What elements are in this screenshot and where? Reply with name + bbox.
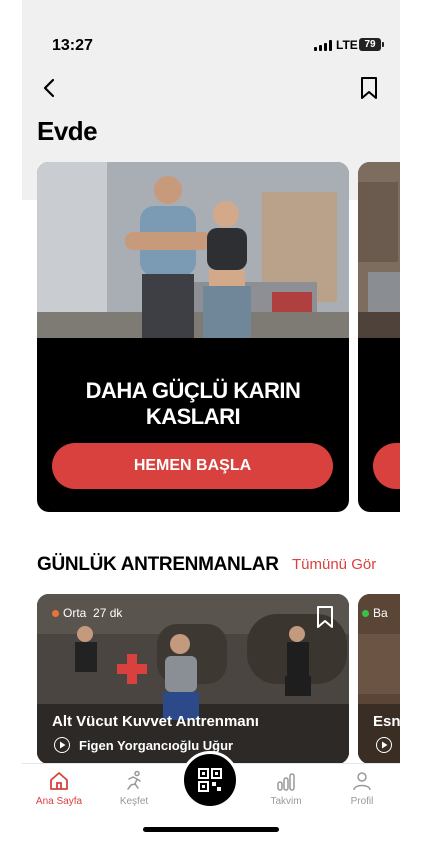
level-dot: [362, 610, 369, 618]
tab-calendar-label: Takvim: [270, 796, 302, 807]
workout-meta: Ba: [362, 606, 388, 620]
user-icon: [353, 772, 371, 791]
play-icon: [54, 737, 70, 753]
tab-calendar[interactable]: Takvim: [256, 770, 316, 807]
page-title: Evde: [37, 116, 98, 146]
workout-duration: 27 dk: [93, 606, 123, 620]
workout-card[interactable]: Ba Esn: [358, 594, 400, 764]
back-icon[interactable]: [38, 76, 62, 100]
play-icon: [376, 737, 392, 753]
tab-profile-label: Profil: [350, 796, 374, 807]
featured-program-image: [37, 162, 349, 338]
tab-home-label: Ana Sayfa: [35, 796, 83, 807]
daily-workouts-heading: GÜNLÜK ANTRENMANLAR: [37, 554, 279, 575]
qr-code-icon: [198, 768, 222, 792]
next-program-card[interactable]: [358, 162, 400, 512]
featured-program-title: DAHA GÜÇLÜ KARIN KASLARI: [85, 378, 301, 429]
trainers-photo: [37, 162, 349, 338]
workout-card[interactable]: Orta 27 dk Alt Vücut Kuvvet Antrenmanı F…: [37, 594, 349, 764]
workout-title: Esn: [373, 713, 400, 730]
network-label: LTE: [336, 38, 358, 52]
signal-icon: [314, 40, 332, 51]
tab-explore-label: Keşfet: [119, 796, 149, 807]
tab-explore[interactable]: Keşfet: [104, 770, 164, 807]
workout-level: Orta: [63, 606, 87, 620]
next-program-image: [358, 162, 400, 338]
bar-chart-icon: [277, 773, 295, 791]
tab-bar: Ana Sayfa Keşfet Takvim Profil: [22, 751, 400, 863]
featured-program-card[interactable]: DAHA GÜÇLÜ KARIN KASLARI HEMEN BAŞLA: [37, 162, 349, 512]
home-icon: [50, 772, 68, 790]
workout-level: Ba: [373, 606, 388, 620]
level-dot: [52, 610, 59, 618]
start-now-button[interactable]: HEMEN BAŞLA: [52, 443, 333, 489]
status-bar: 13:27 LTE 79: [22, 0, 400, 54]
app-screen: 13:27 LTE 79 Evde DAHA GÜÇLÜ KARIN KASLA…: [22, 0, 400, 863]
bookmark-icon[interactable]: [358, 76, 380, 100]
see-all-link[interactable]: Tümünü Gör: [292, 556, 376, 573]
home-indicator: [143, 827, 279, 832]
battery-tip: [382, 42, 384, 47]
status-time: 13:27: [52, 37, 93, 54]
workout-meta: Orta 27 dk: [52, 606, 122, 620]
workout-title: Alt Vücut Kuvvet Antrenmanı: [52, 713, 259, 730]
tab-profile[interactable]: Profil: [332, 770, 392, 807]
next-program-photo: [358, 162, 400, 338]
next-program-button[interactable]: [373, 443, 400, 489]
bookmark-icon[interactable]: [316, 606, 334, 628]
tab-home[interactable]: Ana Sayfa: [29, 770, 89, 807]
running-icon: [127, 770, 141, 790]
battery-icon: 79: [359, 38, 381, 51]
qr-scan-button[interactable]: [181, 751, 239, 809]
